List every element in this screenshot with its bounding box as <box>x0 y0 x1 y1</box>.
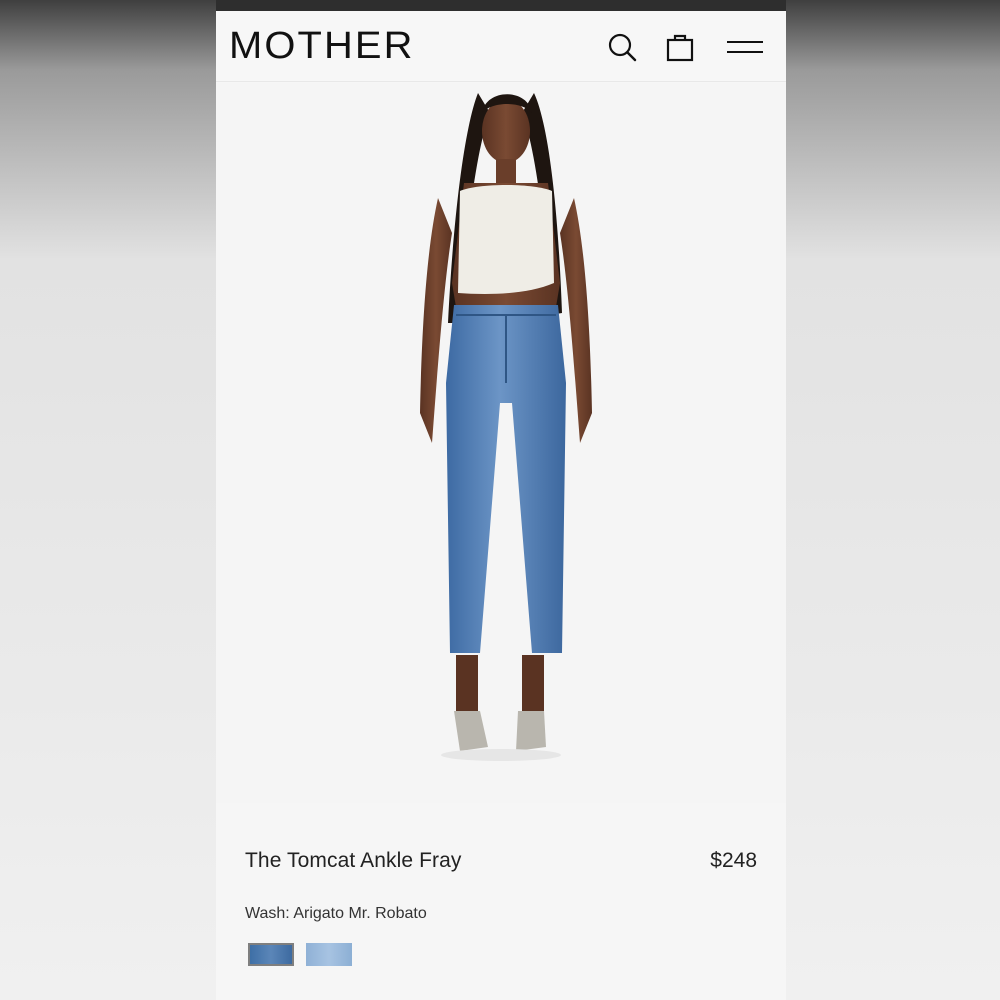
background-blur-left <box>0 0 216 1000</box>
product-image[interactable] <box>216 83 786 803</box>
phone-screen: MOTHER The Tomcat Ankle Fray $248 Wash: … <box>216 0 786 1000</box>
wash-label: Wash: Arigato Mr. Robato <box>245 905 427 922</box>
wash-swatch-selected[interactable] <box>248 943 294 966</box>
site-header: MOTHER <box>216 11 786 82</box>
product-price: $248 <box>710 849 757 872</box>
search-icon[interactable] <box>606 31 638 63</box>
product-title: The Tomcat Ankle Fray <box>245 849 462 872</box>
status-bar <box>216 0 786 11</box>
model-figure-illustration <box>420 93 592 761</box>
shopping-bag-icon[interactable] <box>664 31 696 63</box>
hamburger-menu-icon[interactable] <box>725 31 765 63</box>
brand-logo[interactable]: MOTHER <box>229 25 414 68</box>
wash-swatch-light[interactable] <box>306 943 352 966</box>
background-blur-right <box>786 0 1000 1000</box>
